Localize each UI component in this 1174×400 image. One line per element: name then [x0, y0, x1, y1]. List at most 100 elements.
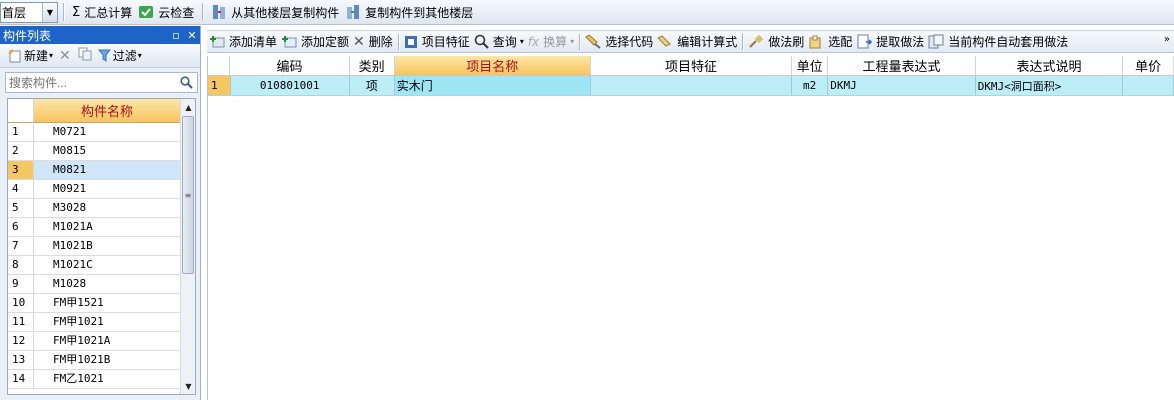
component-row[interactable]: 1 M0721	[8, 123, 195, 142]
copy-component-button[interactable]	[75, 45, 96, 66]
grid-cell-type[interactable]: 项	[350, 76, 395, 95]
component-row-name[interactable]: M0921	[34, 180, 181, 198]
search-input[interactable]	[6, 73, 175, 92]
grid-header: 编码 类别 项目名称 项目特征 单位 工程量表达式 表达式说明 单价	[208, 56, 1174, 76]
component-row-number: 3	[8, 161, 34, 179]
component-row[interactable]: 2 M0815	[8, 142, 195, 161]
component-row[interactable]: 8 M1021C	[8, 256, 195, 275]
add-quota-button[interactable]: 添加定额	[279, 31, 351, 52]
edit-formula-button[interactable]: 编辑计算式	[655, 31, 739, 52]
grid-cell-expr[interactable]: DKMJ	[828, 76, 976, 95]
grid-cell-unit[interactable]: m2	[792, 76, 829, 95]
match-button[interactable]: 选配	[806, 31, 854, 52]
component-row-name[interactable]: FM乙1021	[34, 370, 181, 388]
sum-calc-button[interactable]: Σ 汇总计算	[69, 2, 135, 23]
component-row[interactable]: 6 M1021A	[8, 218, 195, 237]
column-header-expr[interactable]: 工程量表达式	[828, 56, 976, 75]
scroll-down-icon[interactable]: ▼	[181, 378, 195, 394]
grid-cell-code[interactable]: 010801001	[231, 76, 350, 95]
search-icon	[474, 34, 489, 49]
method-brush-button[interactable]: 做法刷	[746, 31, 806, 52]
item-feature-button[interactable]: 项目特征	[402, 31, 472, 52]
column-header-name[interactable]: 构件名称	[34, 99, 181, 122]
component-row-name[interactable]: FM甲1521	[34, 294, 181, 312]
component-row-name[interactable]: M1021B	[34, 237, 181, 255]
select-code-button[interactable]: 选择代码	[583, 31, 655, 52]
component-row[interactable]: 9 M1028	[8, 275, 195, 294]
component-row-name[interactable]: FM甲1021A	[34, 332, 181, 350]
filter-icon	[97, 49, 111, 62]
select-code-label: 选择代码	[605, 35, 654, 49]
grid-cell-expr-desc[interactable]: DKMJ<洞口面积>	[976, 76, 1124, 95]
column-header-unit[interactable]: 单位	[792, 56, 829, 75]
grid-row-number[interactable]: 1	[208, 76, 231, 95]
chevron-down-icon[interactable]: ▼	[42, 2, 57, 22]
extract-method-button[interactable]: 提取做法	[854, 31, 926, 52]
component-row[interactable]: 3 M0821	[8, 161, 195, 180]
extract-method-icon	[856, 34, 873, 49]
grid-row[interactable]: 1 010801001 项实木门 m2 DKMJ DKMJ<洞口面积>	[208, 76, 1174, 96]
component-row[interactable]: 5 M3028	[8, 199, 195, 218]
top-toolbar: 首层 ▼ Σ 汇总计算 云检查 从其他楼层复制构件 复制构件到其他楼层	[0, 0, 1174, 25]
component-row[interactable]: 4 M0921	[8, 180, 195, 199]
scroll-thumb[interactable]: ≡	[182, 116, 194, 274]
grid-cell-name[interactable]: 实木门	[394, 76, 591, 95]
component-row-name[interactable]: M0821	[34, 161, 181, 179]
floor-select[interactable]: 首层 ▼	[0, 1, 58, 23]
convert-button[interactable]: fx 换算 ▾	[526, 31, 576, 52]
chevron-down-icon: ▾	[49, 51, 54, 60]
component-row[interactable]: 10 FM甲1521	[8, 294, 195, 313]
search-box	[5, 72, 198, 93]
cloud-check-button[interactable]: 云检查	[135, 2, 197, 23]
component-row-name[interactable]: M0721	[34, 123, 181, 141]
copy-to-floor-icon	[345, 4, 361, 20]
component-row[interactable]: 13 FM甲1021B	[8, 351, 195, 370]
component-row[interactable]: 14 FM乙1021	[8, 370, 195, 389]
copy-from-floor-button[interactable]: 从其他楼层复制构件	[208, 2, 342, 23]
column-header-code[interactable]: 编码	[230, 56, 350, 75]
delete-icon: ✕	[59, 47, 71, 64]
match-label: 选配	[828, 35, 853, 49]
close-icon[interactable]: ✕	[184, 29, 200, 42]
column-header-feature[interactable]: 项目特征	[591, 56, 793, 75]
grid-cell-feature[interactable]	[591, 76, 793, 95]
component-row-name[interactable]: M1028	[34, 275, 181, 293]
query-button[interactable]: 查询 ▾	[472, 31, 526, 52]
copy-from-floor-label: 从其他楼层复制构件	[231, 5, 340, 20]
new-button[interactable]: 新建 ▾	[6, 45, 55, 66]
filter-button[interactable]: 过滤 ▾	[96, 45, 144, 66]
scroll-up-icon[interactable]: ▲	[181, 99, 195, 115]
copy-to-floor-button[interactable]: 复制构件到其他楼层	[342, 2, 476, 23]
delete-component-button[interactable]: ✕	[55, 45, 75, 66]
component-row-name[interactable]: M1021A	[34, 218, 181, 236]
component-row-name[interactable]: M0815	[34, 142, 181, 160]
auto-apply-button[interactable]: 当前构件自动套用做法	[926, 31, 1070, 52]
vertical-scrollbar[interactable]: ▲ ≡ ▼	[180, 99, 195, 394]
component-row-number: 8	[8, 256, 34, 274]
component-row[interactable]: 7 M1021B	[8, 237, 195, 256]
chevron-down-icon: ▾	[137, 51, 142, 60]
add-list-button[interactable]: 添加清单	[207, 31, 279, 52]
toolbar-overflow-icon[interactable]: »	[1164, 34, 1170, 45]
add-list-label: 添加清单	[229, 35, 278, 49]
grid-cell-price[interactable]	[1123, 76, 1174, 95]
search-icon[interactable]	[175, 76, 197, 89]
cloud-check-label: 云检查	[158, 5, 195, 20]
toolbar-separator	[202, 3, 204, 21]
component-table: 构件名称 1 M0721 2 M0815 3 M0821 4 M0921 5 M3028 6 M102…	[7, 98, 196, 395]
component-row-name[interactable]: FM甲1021B	[34, 351, 181, 369]
column-header-name[interactable]: 项目名称	[394, 56, 591, 75]
component-row[interactable]: 12 FM甲1021A	[8, 332, 195, 351]
copy-from-floor-icon	[211, 4, 227, 20]
add-list-icon	[209, 35, 225, 49]
component-row[interactable]: 11 FM甲1021	[8, 313, 195, 332]
component-row-number: 6	[8, 218, 34, 236]
pin-icon[interactable]: ▫	[168, 29, 184, 42]
component-row-name[interactable]: M1021C	[34, 256, 181, 274]
column-header-type[interactable]: 类别	[350, 56, 395, 75]
component-row-name[interactable]: FM甲1021	[34, 313, 181, 331]
column-header-expr-desc[interactable]: 表达式说明	[976, 56, 1124, 75]
column-header-price[interactable]: 单价	[1123, 56, 1174, 75]
delete-button[interactable]: ✕ 删除	[351, 31, 395, 52]
component-row-name[interactable]: M3028	[34, 199, 181, 217]
